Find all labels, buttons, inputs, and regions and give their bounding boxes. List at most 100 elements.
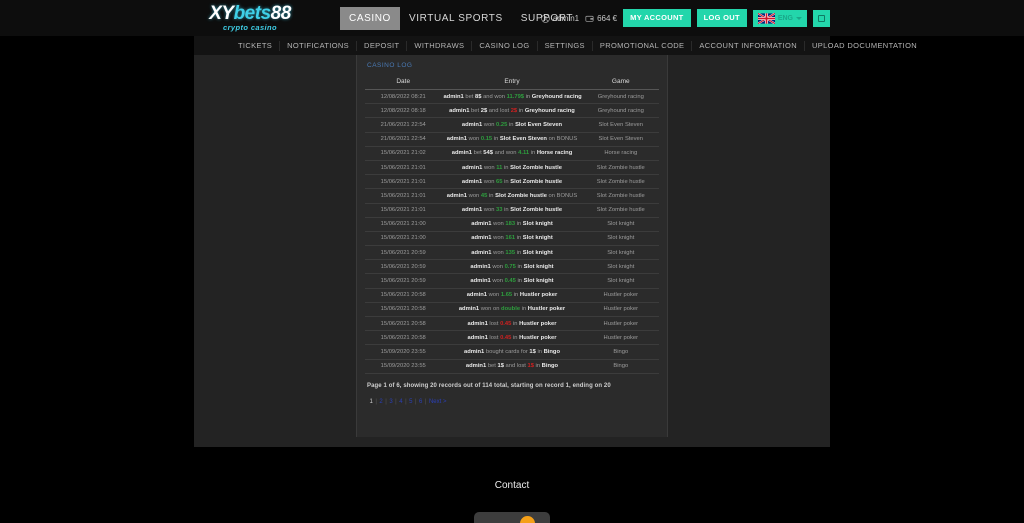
- table-row: 15/06/2021 21:01 admin1 won 65 in Slot Zo…: [365, 174, 659, 190]
- cell-date: 15/06/2021 21:01: [365, 188, 442, 204]
- subnav-item-account-information[interactable]: ACCOUNT INFORMATION: [692, 40, 805, 51]
- table-row: 15/06/2021 20:59 admin1 won 0.75 in Slot …: [365, 259, 659, 275]
- site-logo[interactable]: XYbets88 crypto casino: [196, 3, 304, 33]
- user-circle-icon: [541, 13, 550, 23]
- cell-game: Slot knight: [582, 273, 659, 289]
- subnav-item-settings[interactable]: SETTINGS: [538, 40, 593, 51]
- table-row: 15/06/2021 21:01 admin1 won 33 in Slot Zo…: [365, 203, 659, 218]
- cell-entry: admin1 lost 0.45 in Hustler poker: [441, 316, 583, 332]
- pager-link-5[interactable]: 5: [407, 399, 415, 405]
- cell-entry: admin1 bet 2$ and lost 2$ in Greyhound r…: [441, 103, 583, 119]
- cell-date: 15/06/2021 21:00: [365, 217, 442, 232]
- cell-date: 12/08/2022 08:21: [365, 89, 442, 105]
- mainnav-item-virtual-sports[interactable]: VIRTUAL SPORTS: [400, 7, 512, 30]
- cell-date: 15/06/2021 20:59: [365, 245, 442, 261]
- cell-game: Slot Even Steven: [582, 132, 659, 147]
- cell-game: Bingo: [582, 344, 659, 360]
- cell-entry: admin1 won 1.65 in Hustler poker: [441, 288, 583, 303]
- cell-game: Slot knight: [582, 259, 659, 275]
- cell-game: Slot Zombie hustle: [582, 174, 659, 190]
- page-root: XYbets88 crypto casino CASINO VIRTUAL SPO…: [0, 0, 1024, 523]
- settings-square-button[interactable]: [813, 9, 830, 27]
- mainnav-item-casino[interactable]: CASINO: [340, 6, 400, 30]
- coin-icon: [519, 515, 535, 523]
- settings-square-icon: [818, 14, 825, 22]
- balance-chip[interactable]: 664 €: [585, 14, 617, 23]
- column-header-entry: Entry: [441, 75, 583, 90]
- table-body: 12/08/2022 08:21 admin1 bet 8$ and won 11…: [365, 89, 659, 374]
- cell-game: Slot knight: [582, 245, 659, 261]
- language-code: ENG: [777, 14, 793, 22]
- username-chip[interactable]: admin1: [541, 14, 579, 23]
- cell-date: 15/06/2021 20:58: [365, 288, 442, 303]
- cell-game: Bingo: [582, 359, 659, 374]
- subnav-item-upload-documentation[interactable]: UPLOAD DOCUMENTATION: [805, 41, 924, 51]
- table-row: 15/06/2021 20:59 admin1 won 135 in Slot k…: [365, 245, 659, 261]
- cell-entry: admin1 bet 54$ and won 4.11 in Horse rac…: [441, 146, 583, 161]
- column-header-date: Date: [365, 75, 442, 90]
- cell-game: Horse racing: [582, 146, 659, 161]
- cell-game: Hustler poker: [582, 316, 659, 332]
- subnav-item-withdraws[interactable]: WITHDRAWS: [407, 40, 473, 51]
- cell-entry: admin1 won 33 in Slot Zombie hustle: [441, 203, 583, 218]
- cell-date: 15/06/2021 20:58: [365, 330, 442, 346]
- logo-number: 88: [270, 3, 292, 25]
- cell-entry: admin1 won 65 in Slot Zombie hustle: [441, 174, 583, 190]
- cell-game: Greyhound racing: [582, 103, 659, 119]
- subnav-item-tickets[interactable]: TICKETS: [194, 40, 281, 51]
- pager-link-1[interactable]: 1: [367, 399, 375, 405]
- cell-game: Slot Even Steven: [582, 117, 659, 133]
- my-account-button[interactable]: MY ACCOUNT: [623, 9, 691, 27]
- cell-game: Slot knight: [582, 217, 659, 232]
- logout-button[interactable]: LOG OUT: [696, 9, 747, 27]
- cell-date: 15/06/2021 21:00: [365, 231, 442, 247]
- table-row: 15/06/2021 21:02 admin1 bet 54$ and won 4…: [365, 146, 659, 161]
- logo-tagline: crypto casino: [223, 23, 277, 33]
- cell-entry: admin1 won 161 in Slot knight: [441, 231, 583, 247]
- cell-date: 21/06/2021 22:54: [365, 132, 442, 147]
- subnav-item-promotional-code[interactable]: PROMOTIONAL CODE: [593, 40, 693, 51]
- subnav-item-deposit[interactable]: DEPOSIT: [357, 40, 408, 51]
- pager-link-6[interactable]: 6: [417, 399, 425, 405]
- cell-date: 15/09/2020 23:55: [365, 344, 442, 360]
- language-selector[interactable]: ENG: [752, 9, 807, 27]
- cell-date: 15/06/2021 20:59: [365, 259, 442, 275]
- table-row: 15/06/2021 20:58 admin1 won 1.65 in Hustl…: [365, 288, 659, 303]
- cell-entry: admin1 won on double in Hustler poker: [441, 302, 583, 318]
- table-row: 12/08/2022 08:21 admin1 bet 8$ and won 11…: [365, 89, 659, 105]
- cell-entry: admin1 bet 1$ and lost 1$ in Bingo: [441, 359, 583, 374]
- page-body: CASINO LOG Date Entry Game 12/08/2022 08:2…: [194, 55, 830, 447]
- cell-entry: admin1 bought cards for 1$ in Bingo: [441, 344, 583, 360]
- cell-date: 15/06/2021 21:01: [365, 174, 442, 190]
- pagination-links: 1 | 2 | 3 | 4 | 5 | 6 | Next >: [367, 399, 659, 405]
- table-row: 15/06/2021 20:58 admin1 lost 0.45 in Hust…: [365, 316, 659, 332]
- table-row: 12/08/2022 08:18 admin1 bet 2$ and lost 2…: [365, 103, 659, 119]
- footer-payment-card: [474, 512, 550, 523]
- pager-link-2[interactable]: 2: [377, 399, 385, 405]
- table-row: 15/06/2021 21:01 admin1 won 45 in Slot Zo…: [365, 188, 659, 204]
- cell-game: Slot knight: [582, 231, 659, 247]
- subnav-item-casino-log[interactable]: CASINO LOG: [472, 40, 538, 51]
- cell-game: Slot Zombie hustle: [582, 160, 659, 176]
- subnav-item-notifications[interactable]: NOTIFICATIONS: [280, 40, 358, 51]
- account-sub-navigation: TICKETS NOTIFICATIONS DEPOSIT WITHDRAWS CASI…: [194, 36, 917, 55]
- pager-link-3[interactable]: 3: [387, 399, 395, 405]
- casino-log-panel: CASINO LOG Date Entry Game 12/08/2022 08:2…: [356, 55, 668, 437]
- cell-entry: admin1 won 183 in Slot knight: [441, 217, 583, 232]
- top-bar: XYbets88 crypto casino CASINO VIRTUAL SPO…: [0, 0, 1024, 36]
- cell-date: 15/06/2021 21:02: [365, 146, 442, 161]
- table-header-row: Date Entry Game: [365, 75, 659, 90]
- cell-date: 15/06/2021 21:01: [365, 160, 442, 176]
- cell-date: 15/06/2021 21:01: [365, 203, 442, 218]
- logo-xy: XY: [209, 3, 234, 25]
- pagination-summary: Page 1 of 6, showing 20 records out of 1…: [367, 382, 611, 389]
- cell-date: 15/06/2021 20:58: [365, 302, 442, 318]
- table-row: 15/09/2020 23:55 admin1 bet 1$ and lost 1…: [365, 359, 659, 374]
- cell-game: Hustler poker: [582, 302, 659, 318]
- pager-link-next[interactable]: Next >: [426, 399, 449, 405]
- logo-wordmark: XYbets88: [209, 4, 291, 23]
- pager-link-4[interactable]: 4: [397, 399, 405, 405]
- account-bar: admin1 664 € MY ACCOUNT LOG OUT ENG: [541, 0, 830, 36]
- panel-title: CASINO LOG: [367, 62, 413, 69]
- cell-entry: admin1 won 0.45 in Slot knight: [441, 273, 583, 289]
